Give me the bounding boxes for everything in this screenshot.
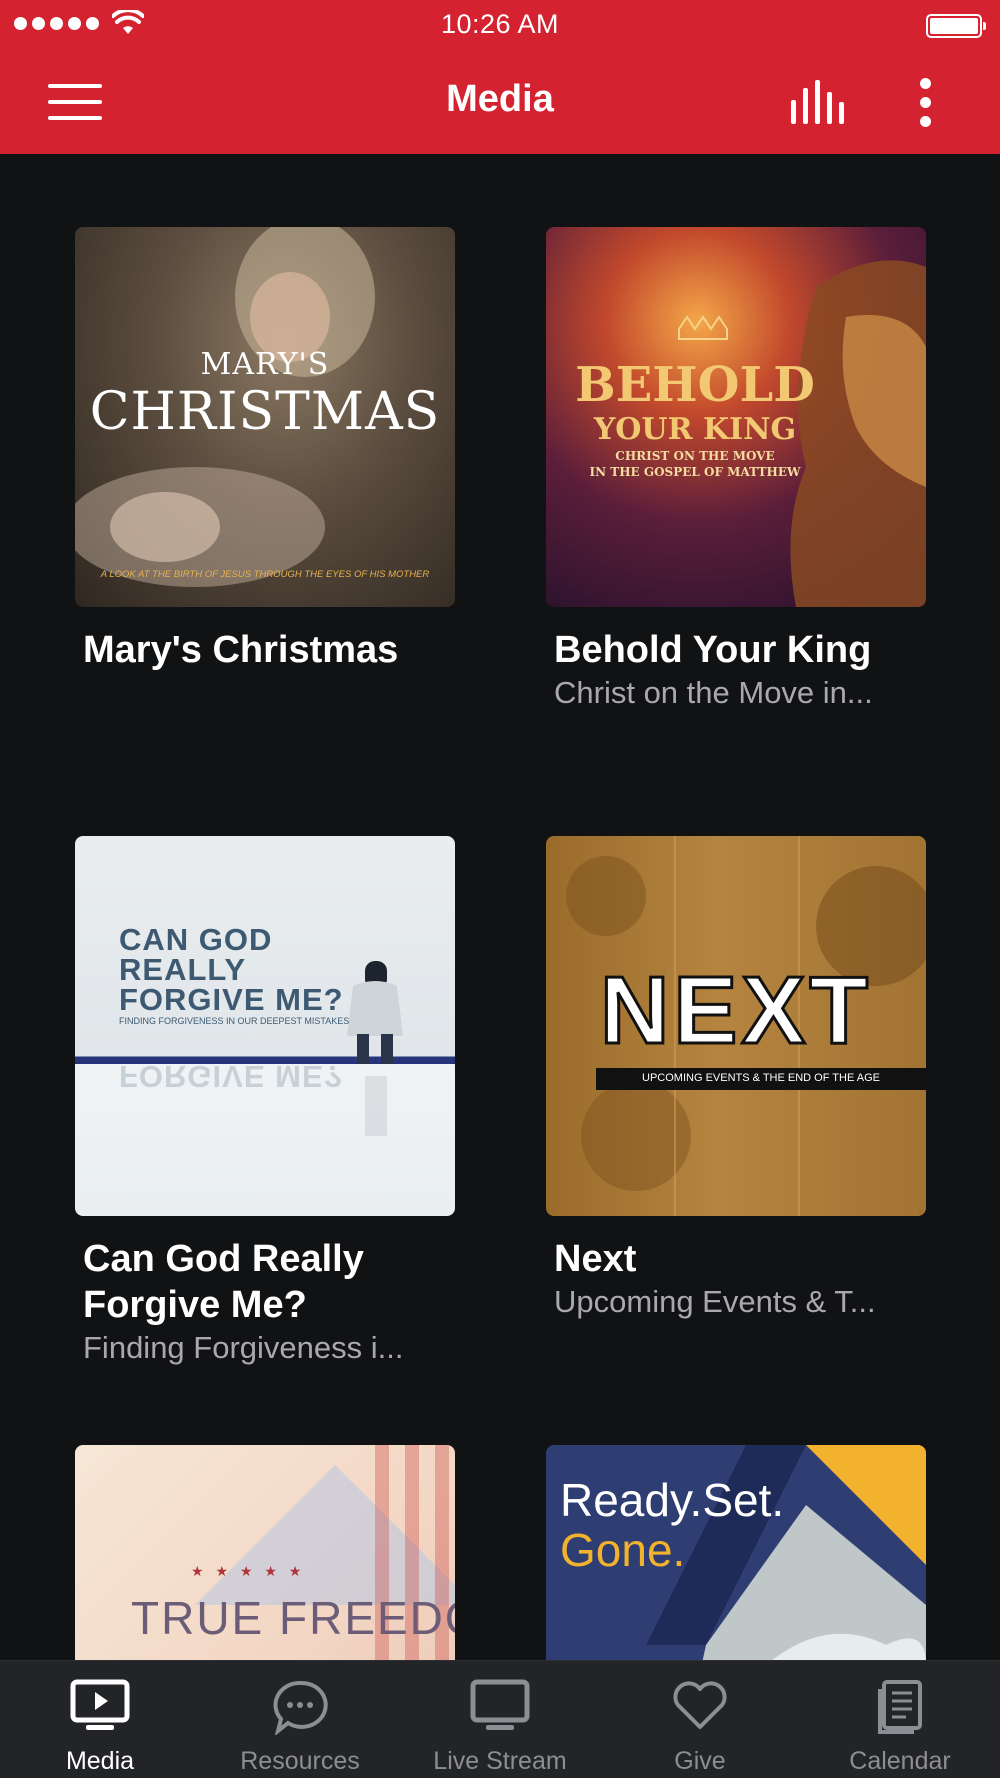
media-card-marys-christmas[interactable]: MARY'S CHRISTMAS A LOOK AT THE BIRTH OF …: [75, 227, 455, 673]
audio-bars-icon[interactable]: [790, 80, 846, 124]
media-icon: [70, 1679, 130, 1730]
cover-reflection: FORGIVE ME?: [119, 1059, 344, 1094]
app-header: 10:26 AM Media: [0, 0, 1000, 154]
cover-title-line1: BEHOLD: [575, 357, 815, 413]
cover-tagline: A LOOK AT THE BIRTH OF JESUS THROUGH THE…: [100, 569, 430, 580]
cover-image: NEXT UPCOMING EVENTS & THE END OF THE AG…: [546, 836, 926, 1216]
tab-label: Media: [65, 1747, 135, 1775]
status-bar: 10:26 AM: [0, 0, 1000, 50]
status-time: 10:26 AM: [440, 9, 560, 39]
cover-title: NEXT: [598, 956, 873, 1066]
cover-title-line2: YOUR KING: [593, 412, 797, 447]
tab-live-stream[interactable]: Live Stream: [400, 1661, 600, 1778]
media-card-next[interactable]: NEXT UPCOMING EVENTS & THE END OF THE AG…: [546, 836, 926, 1322]
tab-bar: Media Resources Live Stream Give Calenda…: [0, 1660, 1000, 1778]
cover-title-line2: CHRISTMAS: [89, 382, 441, 442]
card-subtitle: Upcoming Events & T...: [554, 1284, 876, 1319]
card-title: Next: [554, 1238, 637, 1280]
card-subtitle: Finding Forgiveness i...: [83, 1330, 404, 1365]
card-title: Behold Your King: [554, 629, 872, 671]
cover-title-line1: MARY'S: [200, 347, 330, 382]
cover-tagline-1: CHRIST ON THE MOVE: [615, 449, 775, 463]
tab-media[interactable]: Media: [0, 1661, 200, 1778]
tab-label: Live Stream: [433, 1747, 567, 1775]
cover-title-line2: Gone.: [560, 1524, 686, 1576]
tab-resources[interactable]: Resources: [200, 1661, 400, 1778]
more-options-button[interactable]: [910, 76, 940, 130]
tab-label: Resources: [240, 1747, 360, 1775]
card-subtitle: Christ on the Move in...: [554, 675, 873, 710]
battery-icon: [926, 14, 986, 38]
cover-stars: ★ ★ ★ ★ ★: [191, 1563, 306, 1579]
cover-image: CAN GOD REALLY FORGIVE ME? FINDING FORGI…: [75, 836, 455, 1216]
cover-title: TRUE FREEDOM: [131, 1592, 455, 1644]
tab-label: Give: [674, 1747, 726, 1775]
media-card-behold-your-king[interactable]: BEHOLD YOUR KING CHRIST ON THE MOVE IN T…: [546, 227, 926, 713]
card-title: Mary's Christmas: [83, 629, 399, 671]
cover-tagline-2: IN THE GOSPEL OF MATTHEW: [589, 465, 801, 479]
tab-calendar[interactable]: Calendar: [800, 1661, 1000, 1778]
cover-tagline: FINDING FORGIVENESS IN OUR DEEPEST MISTA…: [119, 1016, 350, 1026]
cover-tagline: UPCOMING EVENTS & THE END OF THE AGE: [642, 1072, 880, 1084]
calendar-icon: [878, 1680, 922, 1734]
tv-icon: [470, 1679, 530, 1730]
tab-give[interactable]: Give: [600, 1661, 800, 1778]
cover-title-line1: Ready.Set.: [560, 1474, 785, 1526]
media-card-can-god-really-forgive-me[interactable]: CAN GOD REALLY FORGIVE ME? FINDING FORGI…: [75, 836, 455, 1368]
card-title: Can God Really Forgive Me?: [83, 1238, 364, 1326]
cover-title-line3: FORGIVE ME?: [119, 982, 344, 1017]
chat-bubble-icon: [273, 1680, 328, 1735]
cover-image: MARY'S CHRISTMAS A LOOK AT THE BIRTH OF …: [75, 227, 455, 607]
tab-label: Calendar: [849, 1747, 951, 1775]
cover-image: BEHOLD YOUR KING CHRIST ON THE MOVE IN T…: [546, 227, 926, 607]
heart-icon: [673, 1681, 727, 1729]
page-title: Media: [446, 78, 554, 120]
